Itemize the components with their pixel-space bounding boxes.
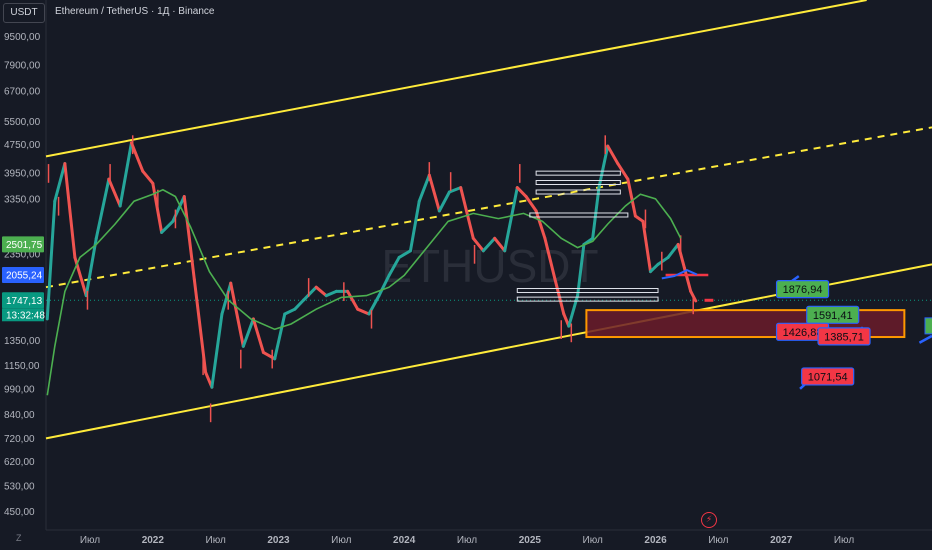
x-tick-label: 2026 xyxy=(644,535,667,546)
x-tick-label: Июл xyxy=(834,535,854,546)
target-label: 1876,94 xyxy=(783,284,823,296)
y-tick-label: 450,00 xyxy=(4,507,35,518)
watermark: ETHUSDT xyxy=(381,240,598,292)
y-tick-label: 4750,00 xyxy=(4,140,41,151)
y-tick-label: 1150,00 xyxy=(4,361,40,372)
x-tick-label: Июл xyxy=(583,535,603,546)
y-tick-label: 620,00 xyxy=(4,457,35,468)
x-tick-label: 2022 xyxy=(142,535,165,546)
x-tick-label: Июл xyxy=(206,535,226,546)
countdown-label: 13:32:48 xyxy=(6,310,45,321)
x-tick-label: 2025 xyxy=(519,535,542,546)
axis-price-label: 2055,24 xyxy=(6,270,43,281)
axis-price-label: 2501,75 xyxy=(6,240,43,251)
y-tick-label: 3950,00 xyxy=(4,169,41,180)
y-tick-label: 990,00 xyxy=(4,384,35,395)
x-tick-label: 2027 xyxy=(770,535,793,546)
target-label: 1385,71 xyxy=(824,331,864,343)
x-tick-label: Июл xyxy=(457,535,477,546)
target-label: 1071,54 xyxy=(808,371,848,383)
x-tick-label: Июл xyxy=(708,535,728,546)
timezone-icon[interactable]: Z xyxy=(16,533,22,543)
y-tick-label: 7900,00 xyxy=(4,61,41,72)
currency-button[interactable]: USDT xyxy=(3,3,45,23)
price-chart[interactable]: ETHUSDT 450,00 530,00 620,00 720,00 840,00 990… xyxy=(0,0,932,550)
chart-window: ETHUSDT 450,00 530,00 620,00 720,00 840,00 990… xyxy=(0,0,932,550)
bolt-icon[interactable]: ⚡ xyxy=(701,512,717,528)
axis-price-label: 1747,13 xyxy=(6,296,43,307)
y-tick-label: 1350,00 xyxy=(4,336,41,347)
symbol-title[interactable]: Ethereum / TetherUS · 1Д · Binance xyxy=(55,6,214,17)
y-tick-label: 6700,00 xyxy=(4,86,41,97)
x-tick-label: 2024 xyxy=(393,535,416,546)
y-tick-label: 3350,00 xyxy=(4,194,41,205)
x-tick-label: Июл xyxy=(80,535,100,546)
y-tick-label: 720,00 xyxy=(4,434,35,445)
target-label: 1426,88 xyxy=(783,327,823,339)
x-tick-label: Июл xyxy=(331,535,351,546)
y-tick-label: 840,00 xyxy=(4,410,35,421)
x-tick-label: 2023 xyxy=(267,535,290,546)
target-label-box-edge xyxy=(924,317,932,335)
y-tick-label: 530,00 xyxy=(4,482,35,493)
y-tick-label: 5500,00 xyxy=(4,117,41,128)
y-tick-label: 9500,00 xyxy=(4,32,41,43)
target-label: 1591,41 xyxy=(813,310,853,322)
